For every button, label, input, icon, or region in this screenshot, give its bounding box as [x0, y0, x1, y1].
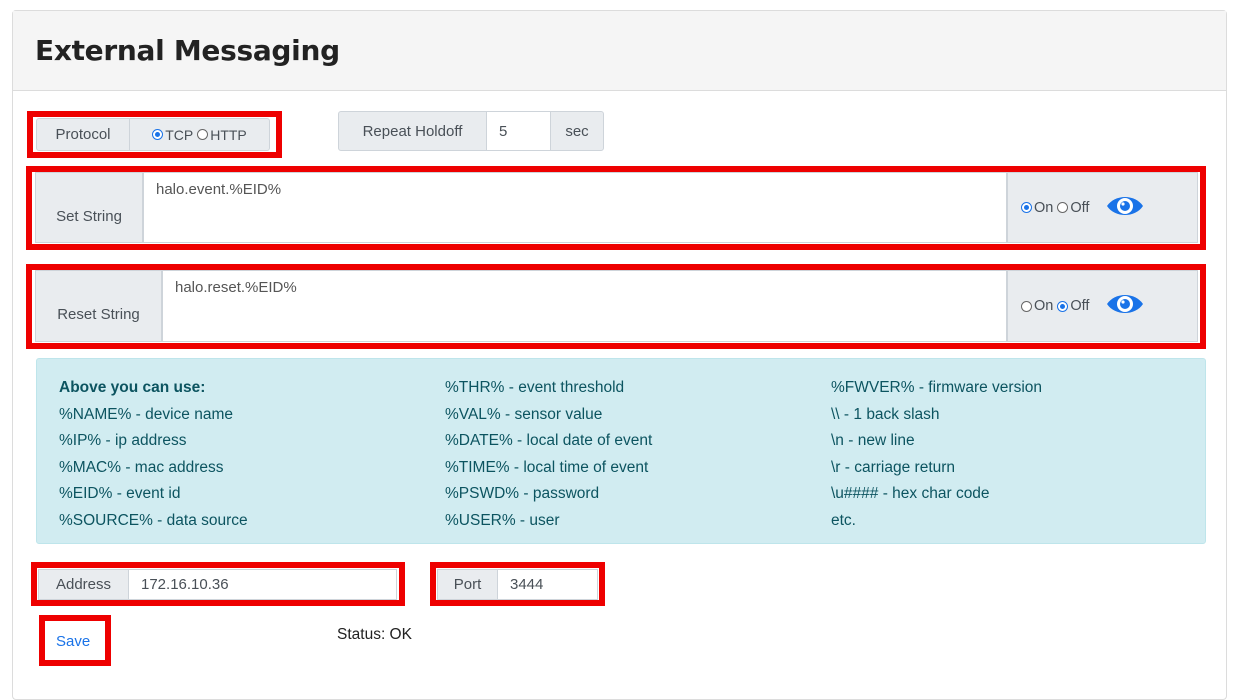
protocol-options: TCP HTTP	[130, 118, 270, 151]
protocol-http-radio[interactable]	[197, 129, 209, 140]
reset-string-on-label: On	[1034, 298, 1054, 314]
status-text: Status: OK	[337, 626, 412, 643]
protocol-group: Protocol TCP HTTP	[36, 118, 270, 151]
help-item: %THR% - event threshold	[445, 379, 625, 396]
help-item: %EID% - event id	[59, 485, 181, 502]
help-item: %IP% - ip address	[59, 432, 187, 449]
help-item: %NAME% - device name	[59, 405, 234, 423]
set-string-group: Set String halo.event.%EID% On Off	[35, 172, 1198, 243]
port-label: Port	[437, 569, 498, 600]
reset-string-off-label: Off	[1070, 298, 1090, 314]
address-group: Address 172.16.10.36	[38, 569, 397, 600]
help-column-2: %THR% - event threshold %VAL% - sensor v…	[445, 375, 652, 534]
help-item: %VAL% - sensor value	[445, 405, 603, 423]
help-item: \r - carriage return	[831, 458, 956, 476]
help-item: %TIME% - local time of event	[445, 458, 649, 476]
reset-string-off-radio[interactable]	[1057, 300, 1069, 312]
help-item: %FWVER% - firmware version	[831, 379, 1042, 396]
address-label: Address	[38, 569, 129, 600]
page-title: External Messaging	[35, 34, 340, 67]
reset-string-label: Reset String	[35, 270, 162, 342]
help-column-3: %FWVER% - firmware version \\ - 1 back s…	[831, 375, 1042, 534]
port-input[interactable]: 3444	[498, 569, 598, 600]
repeat-holdoff-label: Repeat Holdoff	[338, 111, 487, 151]
reset-string-group: Reset String halo.reset.%EID% On Off	[35, 270, 1198, 342]
protocol-label: Protocol	[36, 118, 130, 151]
reset-string-toggle: On Off	[1007, 270, 1198, 342]
help-item: %PSWD% - password	[445, 485, 600, 502]
address-input[interactable]: 172.16.10.36	[129, 569, 397, 600]
help-item: %SOURCE% - data source	[59, 511, 248, 529]
help-heading: Above you can use:	[59, 379, 206, 396]
set-string-textarea[interactable]: halo.event.%EID%	[143, 172, 1007, 243]
help-item: \n - new line	[831, 432, 915, 449]
set-string-toggle: On Off	[1007, 172, 1198, 243]
help-item: %MAC% - mac address	[59, 458, 224, 476]
help-item: %USER% - user	[445, 511, 560, 529]
set-string-off-label: Off	[1070, 199, 1090, 216]
panel-header: External Messaging	[13, 11, 1226, 91]
repeat-holdoff-unit: sec	[550, 111, 604, 151]
save-button[interactable]: Save	[56, 633, 90, 650]
help-item: \u#### - hex char code	[831, 485, 990, 502]
set-string-label: Set String	[35, 172, 143, 243]
help-item: %DATE% - local date of event	[445, 432, 653, 449]
set-string-eye-icon[interactable]	[1105, 192, 1145, 224]
reset-string-textarea[interactable]: halo.reset.%EID%	[162, 270, 1007, 342]
reset-string-on-radio[interactable]	[1021, 300, 1032, 312]
repeat-holdoff-input[interactable]: 5	[487, 111, 550, 151]
placeholder-help-box: Above you can use: %NAME% - device name …	[36, 358, 1206, 544]
protocol-tcp-label: TCP	[165, 126, 194, 143]
protocol-tcp-radio[interactable]	[152, 129, 164, 140]
help-column-1: Above you can use: %NAME% - device name …	[59, 375, 248, 534]
repeat-holdoff-group: Repeat Holdoff 5 sec	[338, 111, 604, 151]
help-item: \\ - 1 back slash	[831, 405, 940, 423]
set-string-off-radio[interactable]	[1057, 202, 1069, 213]
set-string-on-radio[interactable]	[1021, 202, 1032, 213]
protocol-http-label: HTTP	[210, 126, 247, 143]
reset-string-eye-icon[interactable]	[1105, 290, 1145, 322]
port-group: Port 3444	[437, 569, 598, 600]
set-string-on-label: On	[1034, 199, 1054, 216]
help-item: etc.	[831, 511, 856, 529]
